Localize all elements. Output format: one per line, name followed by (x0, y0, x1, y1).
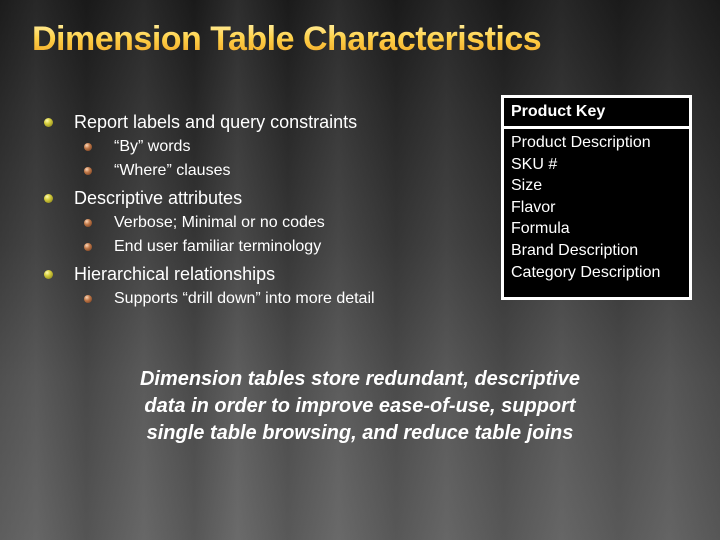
sub-bullet-text: “Where” clauses (114, 162, 231, 179)
summary-line: Dimension tables store redundant, descri… (139, 368, 581, 390)
table-attribute: Size (511, 177, 543, 195)
copper-sphere-bullet-icon (84, 219, 92, 227)
slide-title: Dimension Table Characteristics (32, 20, 542, 58)
bullet-item: Report labels and query constraints (44, 110, 444, 135)
copper-sphere-bullet-icon (84, 143, 92, 151)
sub-bullet-text: End user familiar terminology (114, 238, 322, 255)
copper-sphere-bullet-icon (84, 243, 92, 251)
summary-line: single table browsing, and reduce table … (146, 422, 574, 444)
bullet-item: Descriptive attributes (44, 186, 444, 211)
table-attribute: Formula (511, 220, 570, 238)
summary-line: data in order to improve ease-of-use, su… (144, 395, 576, 417)
table-attribute: Flavor (511, 198, 556, 216)
copper-sphere-bullet-icon (84, 295, 92, 303)
sub-bullet-text: “By” words (114, 138, 191, 155)
olive-sphere-bullet-icon (44, 270, 53, 279)
bullet-text: Hierarchical relationships (74, 264, 276, 284)
bullet-item: Hierarchical relationships (44, 262, 444, 287)
olive-sphere-bullet-icon (44, 194, 53, 203)
sub-bullet-text: Supports “drill down” into more detail (114, 290, 375, 307)
table-key-header: Product Key (504, 98, 689, 129)
table-attribute-list: Product Description SKU # Size Flavor Fo… (504, 129, 689, 283)
olive-sphere-bullet-icon (44, 118, 53, 127)
table-attribute: Brand Description (511, 241, 639, 259)
sub-bullet-item: Verbose; Minimal or no codes (44, 211, 444, 235)
sub-bullet-item: End user familiar terminology (44, 235, 444, 259)
summary-statement: Dimension tables store redundant, descri… (60, 366, 660, 447)
bullet-text: Descriptive attributes (74, 188, 243, 208)
sub-bullet-text: Verbose; Minimal or no codes (114, 214, 325, 231)
table-attribute: Category Description (511, 263, 661, 281)
product-dimension-table: Product Key Product Description SKU # Si… (501, 95, 692, 300)
table-attribute: SKU # (511, 155, 558, 173)
bullet-list: Report labels and query constraints “By”… (44, 110, 444, 311)
sub-bullet-item: Supports “drill down” into more detail (44, 287, 444, 311)
copper-sphere-bullet-icon (84, 167, 92, 175)
sub-bullet-item: “By” words (44, 135, 444, 159)
bullet-text: Report labels and query constraints (74, 112, 358, 132)
sub-bullet-item: “Where” clauses (44, 159, 444, 183)
table-attribute: Product Description (511, 134, 651, 151)
